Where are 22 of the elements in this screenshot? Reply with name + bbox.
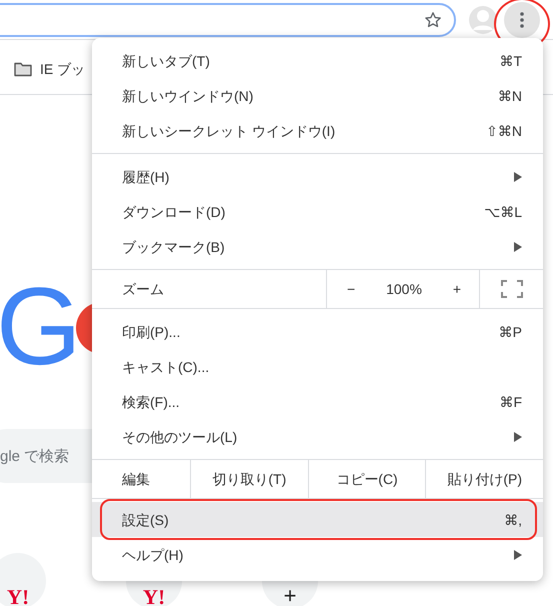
zoom-value: 100% — [386, 281, 422, 297]
zoom-label: ズーム — [122, 281, 164, 297]
edit-label: 編集 — [122, 471, 150, 487]
menu-item[interactable]: 新しいシークレット ウインドウ(I) ⇧⌘N — [92, 113, 543, 148]
edit-button[interactable]: 貼り付け(P) — [425, 460, 544, 498]
menu-item[interactable]: 履歴(H) — [92, 159, 543, 194]
logo-letter: G — [0, 277, 82, 377]
menu-item[interactable]: 検索(F)... ⌘F — [92, 384, 543, 419]
menu-item[interactable]: 印刷(P)... ⌘P — [92, 314, 543, 349]
menu-item[interactable]: キャスト(C)... — [92, 349, 543, 384]
edit-button[interactable]: コピー(C) — [308, 460, 426, 498]
menu-item[interactable]: その他のツール(L) — [92, 419, 543, 454]
shortcut-tile[interactable]: Y! — [0, 553, 46, 606]
edit-button[interactable]: 切り取り(T) — [190, 460, 308, 498]
menu-item[interactable]: ブックマーク(B) — [92, 229, 543, 264]
zoom-in-button[interactable]: + — [450, 281, 463, 297]
zoom-out-button[interactable]: − — [345, 281, 358, 297]
bookmark-item[interactable]: IE ブッ — [40, 60, 86, 78]
menu-item[interactable]: 新しいウインドウ(N) ⌘N — [92, 78, 543, 113]
menu-item[interactable]: 新しいタブ(T) ⌘T — [92, 43, 543, 78]
menu-item[interactable]: ダウンロード(D) ⌥⌘L — [92, 194, 543, 229]
search-field[interactable]: gle で検索 — [0, 429, 92, 483]
